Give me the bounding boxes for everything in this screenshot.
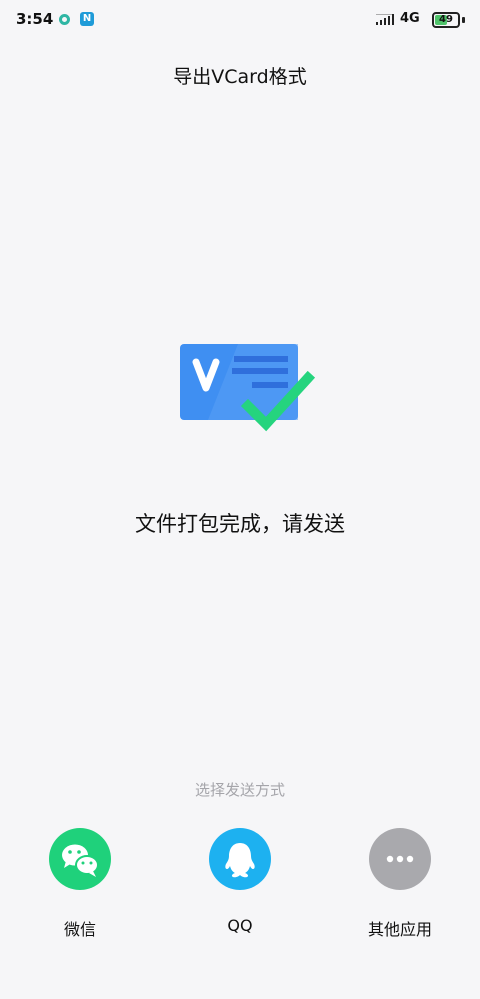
page-title: 导出VCard格式 <box>173 66 307 88</box>
vcard-checkmark-icon <box>180 344 316 432</box>
share-wechat-label: 微信 <box>63 920 96 939</box>
share-qq-button[interactable]: QQ <box>180 828 300 935</box>
battery-tip <box>462 17 465 23</box>
status-message: 文件打包完成，请发送 <box>135 512 345 536</box>
status-bar: 3:54 N 4G 49 <box>0 0 480 40</box>
share-other-apps-label: 其他应用 <box>367 920 432 939</box>
qq-icon[interactable] <box>209 828 271 890</box>
wechat-icon[interactable] <box>49 828 111 890</box>
notification-n-icon: N <box>80 12 94 26</box>
app-ring-icon <box>59 14 70 25</box>
status-time: 3:54 <box>16 10 54 28</box>
share-other-apps-button[interactable]: 其他应用 <box>340 828 460 940</box>
more-icon[interactable] <box>369 828 431 890</box>
battery-level: 49 <box>439 14 453 25</box>
share-prompt: 选择发送方式 <box>194 781 285 799</box>
battery-icon: 49 <box>432 12 460 28</box>
share-qq-label: QQ <box>227 916 253 935</box>
share-wechat-button[interactable]: 微信 <box>20 828 140 940</box>
network-type: 4G <box>400 11 420 26</box>
signal-icon <box>376 14 394 25</box>
